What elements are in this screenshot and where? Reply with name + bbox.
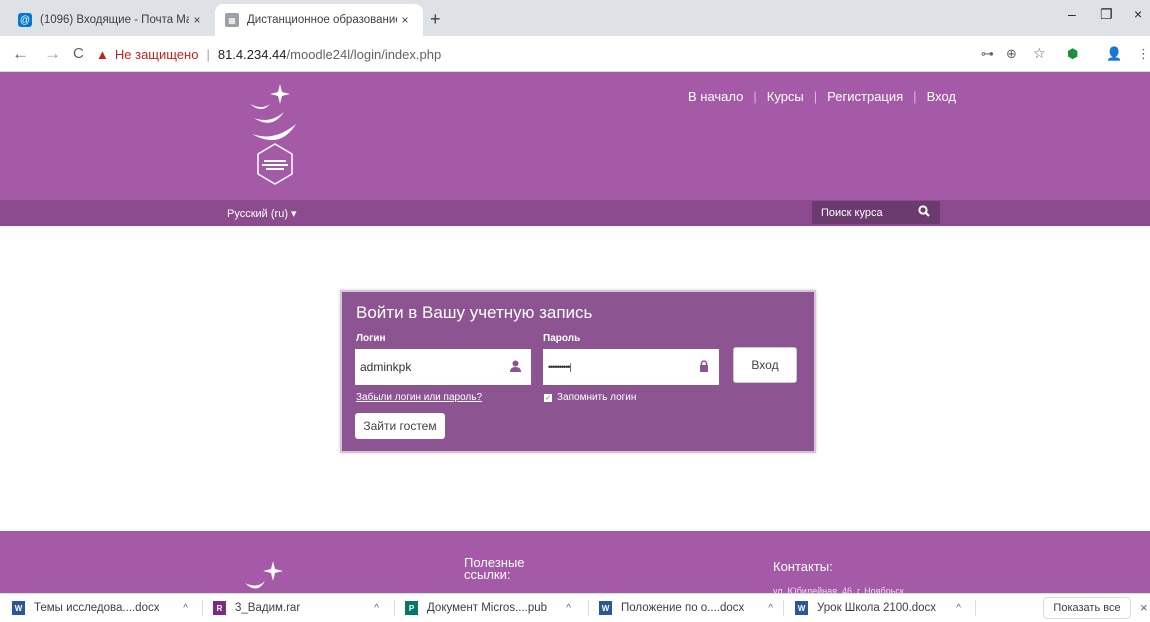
divider (783, 600, 784, 616)
nav-register[interactable]: Регистрация (819, 89, 911, 104)
login-button[interactable]: Вход (733, 347, 797, 383)
zoom-icon[interactable]: ⊕ (1006, 46, 1017, 62)
divider (588, 600, 589, 616)
password-field[interactable]: ••••••••••| (543, 349, 719, 385)
divider (202, 600, 203, 616)
chevron-up-icon[interactable]: ^ (956, 603, 961, 614)
restore-button[interactable]: ❐ (1100, 6, 1113, 23)
search-icon[interactable] (918, 205, 930, 217)
contacts-address: ул. Юбилейная, 46, г. Ноябрьск (773, 586, 904, 593)
download-item[interactable]: R 3_Вадим.rar ^ (213, 594, 383, 622)
tab-mail[interactable]: @ (1096) Входящие - Почта Mail.R × (8, 4, 215, 36)
download-item[interactable]: W Положение по о....docx ^ (599, 594, 777, 622)
user-icon (510, 360, 521, 372)
insecure-label[interactable]: Не защищено (115, 47, 199, 62)
college-logo-icon[interactable] (240, 82, 310, 192)
window-close-button[interactable]: × (1134, 6, 1142, 22)
site-footer: Полезные ссылки: Контакты: ул. Юбилейная… (0, 531, 1150, 593)
tab-title: (1096) Входящие - Почта Mail.R (40, 14, 189, 26)
chevron-up-icon[interactable]: ^ (374, 603, 379, 614)
profile-icon[interactable]: 👤 (1106, 46, 1122, 62)
download-item[interactable]: W Урок Школа 2100.docx ^ (795, 594, 965, 622)
search-placeholder: Поиск курса (821, 206, 883, 219)
chevron-up-icon[interactable]: ^ (768, 603, 773, 614)
secondary-bar: Русский (ru) ▾ Поиск курса (0, 200, 1150, 226)
address-bar[interactable]: ▲ Не защищено | 81.4.234.44 /moodle24l/l… (96, 42, 946, 66)
username-label: Логин (356, 333, 386, 344)
publisher-file-icon: P (405, 601, 418, 615)
forward-button[interactable]: → (44, 44, 61, 64)
username-value: adminkpk (360, 360, 412, 374)
guest-login-button[interactable]: Зайти гостем (355, 413, 445, 439)
minimize-button[interactable]: – (1068, 6, 1076, 22)
word-file-icon: W (599, 601, 612, 615)
download-name: Темы исследова....docx (34, 602, 160, 614)
star-icon[interactable]: ☆ (1033, 45, 1046, 62)
nav-courses[interactable]: Курсы (759, 89, 812, 104)
close-icon[interactable]: × (397, 13, 413, 27)
browser-tabstrip: @ (1096) Входящие - Почта Mail.R × ▦ Дис… (0, 0, 1150, 36)
word-file-icon: W (795, 601, 808, 615)
key-icon[interactable]: ⊶ (981, 46, 994, 62)
menu-icon[interactable]: ⋮ (1137, 46, 1150, 62)
rar-file-icon: R (213, 601, 226, 615)
new-tab-button[interactable]: + (430, 9, 441, 30)
useful-links-title: Полезные ссылки: (464, 555, 525, 582)
nav-separator: | (913, 89, 917, 104)
nav-separator: | (813, 89, 818, 104)
mail-icon: @ (18, 13, 32, 27)
chevron-up-icon[interactable]: ^ (566, 603, 571, 614)
download-item[interactable]: W Темы исследова....docx ^ (12, 594, 192, 622)
remember-login[interactable]: ✓ Запомнить логин (544, 392, 636, 403)
show-all-downloads-button[interactable]: Показать все (1043, 597, 1131, 619)
divider (975, 600, 976, 616)
download-name: Положение по о....docx (621, 602, 745, 614)
language-selector[interactable]: Русский (ru) ▾ (227, 207, 297, 220)
chevron-up-icon[interactable]: ^ (183, 603, 188, 614)
download-name: Документ Micros....pub (427, 602, 548, 614)
login-title: Войти в Вашу учетную запись (356, 303, 593, 322)
download-name: 3_Вадим.rar (235, 602, 301, 614)
username-field[interactable]: adminkpk (355, 349, 531, 385)
close-shelf-button[interactable]: × (1140, 600, 1148, 615)
course-search-input[interactable]: Поиск курса (812, 201, 940, 224)
moodle-icon: ▦ (225, 13, 239, 27)
site-header: В начало | Курсы | Регистрация | Вход (0, 72, 1150, 200)
nav-separator: | (753, 89, 757, 104)
url-host: 81.4.234.44 (217, 46, 287, 62)
nav-home[interactable]: В начало (680, 89, 751, 104)
login-card: Войти в Вашу учетную запись Логин Пароль… (340, 290, 816, 453)
footer-logo-icon (245, 561, 283, 589)
word-file-icon: W (12, 601, 25, 615)
close-icon[interactable]: × (189, 13, 205, 27)
back-button[interactable]: ← (12, 44, 29, 64)
divider (394, 600, 395, 616)
lock-icon (700, 360, 708, 372)
tab-moodle[interactable]: ▦ Дистанционное образование П × (215, 4, 423, 36)
remember-label: Запомнить логин (557, 392, 637, 403)
forgot-password-link[interactable]: Забыли логин или пароль? (356, 392, 482, 403)
nav-login[interactable]: Вход (919, 89, 964, 104)
download-shelf: W Темы исследова....docx ^ R 3_Вадим.rar… (0, 593, 1150, 621)
browser-toolbar: ← → C ▲ Не защищено | 81.4.234.44 /moodl… (0, 36, 1150, 72)
download-item[interactable]: P Документ Micros....pub ^ (405, 594, 575, 622)
password-label: Пароль (543, 333, 581, 344)
download-name: Урок Школа 2100.docx (817, 602, 937, 614)
contacts-title: Контакты: (773, 559, 833, 574)
remember-checkbox[interactable]: ✓ (544, 393, 552, 402)
url-path: /moodle24l/login/index.php (286, 46, 442, 62)
warning-icon[interactable]: ▲ (96, 47, 109, 62)
top-navigation: В начало | Курсы | Регистрация | Вход (680, 89, 964, 104)
tab-title: Дистанционное образование П (247, 14, 397, 26)
password-value: ••••••••••| (548, 362, 572, 372)
reload-button[interactable]: C (73, 45, 84, 62)
shield-icon[interactable]: ⬢ (1067, 46, 1078, 62)
address-separator: | (206, 46, 210, 62)
